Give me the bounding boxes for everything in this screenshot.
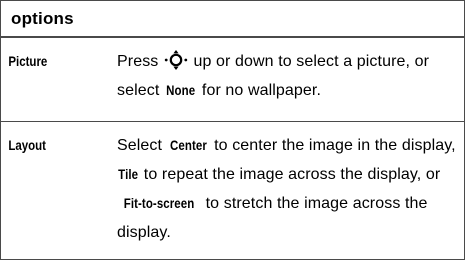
layout-desc-1: Select (117, 137, 167, 154)
keyword-tile: Tile (118, 166, 139, 182)
table-row-layout: Layout Select Center to center the image… (1, 122, 464, 259)
picture-desc-suffix: for no wallpaper. (197, 82, 322, 99)
option-description-picture: Press up or down to select a picture, or… (117, 47, 457, 121)
keyword-fit-to-screen: Fit-to-screen (123, 195, 195, 211)
table-header-title: options (11, 8, 74, 28)
layout-desc-2: to center the image in the display, (209, 137, 456, 154)
table-row-picture: Picture Press up or down to select a pic… (1, 38, 464, 122)
layout-desc-3: to repeat the image across the display, … (139, 166, 441, 183)
option-term-layout: Layout (8, 137, 47, 153)
option-description-layout: Select Center to center the image in the… (117, 131, 457, 259)
picture-desc-prefix: Press (117, 53, 163, 70)
navigation-key-icon (164, 50, 188, 70)
options-table: options Picture Press up or down to sele… (0, 0, 465, 260)
option-term-picture: Picture (8, 53, 48, 69)
keyword-none: None (166, 82, 196, 98)
table-header: options (1, 1, 464, 38)
keyword-center: Center (169, 137, 207, 153)
